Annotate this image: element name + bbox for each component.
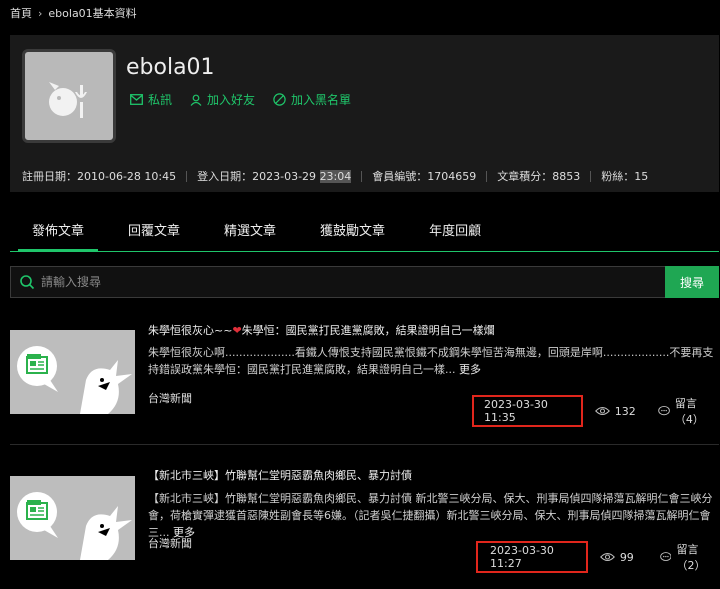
article-excerpt: 朱學恒很灰心啊....................看鐵人傳恨支持國民黨恨鐵不… bbox=[148, 344, 716, 378]
article-timestamp: 2023-03-30 11:27 bbox=[476, 541, 588, 573]
login-date-label: 登入日期：2023-03-29 bbox=[197, 170, 320, 183]
message-button[interactable]: 私訊 bbox=[130, 91, 172, 108]
tab-replies[interactable]: 回覆文章 bbox=[106, 212, 202, 251]
news-icon bbox=[17, 492, 132, 560]
divider bbox=[10, 444, 719, 445]
message-icon bbox=[130, 94, 143, 105]
news-thumbnail[interactable] bbox=[10, 476, 135, 560]
divider bbox=[361, 170, 363, 182]
article-title[interactable]: 【新北市三峽】竹聯幫仁堂明惡霸魚肉鄉民、暴力討債 bbox=[148, 467, 412, 483]
chevron-right-icon: › bbox=[38, 6, 43, 20]
divider bbox=[186, 170, 188, 182]
comment-link[interactable]: 留言（2） bbox=[660, 541, 719, 573]
add-friend-button[interactable]: 加入好友 bbox=[190, 91, 255, 108]
avatar bbox=[22, 49, 116, 143]
article-timestamp: 2023-03-30 11:35 bbox=[472, 395, 583, 427]
search-input[interactable] bbox=[41, 275, 665, 289]
profile-stats: 註冊日期：2010-06-28 10:45 登入日期：2023-03-29 23… bbox=[22, 168, 648, 184]
block-icon bbox=[273, 93, 286, 106]
tab-featured[interactable]: 精選文章 bbox=[202, 212, 298, 251]
comment-icon bbox=[660, 552, 672, 562]
view-count-value: 99 bbox=[619, 550, 634, 564]
profile-card: ebola01 私訊 加入好友 加入黑名單 註冊日期：2010-06-28 10… bbox=[10, 35, 719, 192]
eye-icon bbox=[594, 406, 610, 416]
username: ebola01 bbox=[126, 55, 215, 80]
comment-count: 留言（4） bbox=[674, 397, 704, 426]
article-title[interactable]: 朱學恒很灰心~~❤朱學恒：國民黨打民進黨腐敗，結果證明自己一樣爛 bbox=[148, 322, 495, 338]
fans-count: 粉絲：15 bbox=[601, 170, 649, 183]
article-meta: 2023-03-30 11:35 132 留言（4） bbox=[472, 395, 719, 427]
news-icon bbox=[17, 346, 132, 414]
tab-bar: 發佈文章 回覆文章 精選文章 獲鼓勵文章 年度回顧 bbox=[10, 212, 719, 252]
member-number: 會員編號：1704659 bbox=[372, 170, 477, 183]
comment-link[interactable]: 留言（4） bbox=[657, 395, 719, 427]
search-bar: 搜尋 bbox=[10, 266, 719, 298]
breadcrumb-home-link[interactable]: 首頁 bbox=[10, 5, 32, 21]
heart-icon: ❤ bbox=[232, 324, 242, 337]
breadcrumb: 首頁 › ebola01基本資料 bbox=[10, 5, 137, 21]
view-count: 132 bbox=[594, 404, 636, 418]
news-thumbnail[interactable] bbox=[10, 330, 135, 414]
blacklist-button[interactable]: 加入黑名單 bbox=[273, 91, 351, 108]
comment-icon bbox=[657, 405, 670, 416]
divider bbox=[486, 170, 488, 182]
tab-encouraged[interactable]: 獲鼓勵文章 bbox=[298, 212, 407, 251]
article-title-part-b: 朱學恒：國民黨打民進黨腐敗，結果證明自己一樣爛 bbox=[241, 324, 495, 337]
divider bbox=[590, 170, 592, 182]
article-excerpt-text: 朱學恒很灰心啊....................看鐵人傳恨支持國民黨恨鐵不… bbox=[148, 346, 714, 376]
breadcrumb-current: ebola01基本資料 bbox=[48, 7, 137, 20]
default-avatar-icon bbox=[49, 82, 87, 118]
tab-published[interactable]: 發佈文章 bbox=[10, 212, 106, 252]
view-count-value: 132 bbox=[614, 404, 636, 418]
message-label: 私訊 bbox=[148, 93, 173, 107]
article-item[interactable]: 【新北市三峽】竹聯幫仁堂明惡霸魚肉鄉民、暴力討債 【新北市三峽】竹聯幫仁堂明惡霸… bbox=[10, 458, 719, 589]
article-item[interactable]: 朱學恒很灰心~~❤朱學恒：國民黨打民進黨腐敗，結果證明自己一樣爛 朱學恒很灰心啊… bbox=[10, 315, 719, 440]
view-count: 99 bbox=[599, 550, 634, 564]
article-source[interactable]: 台灣新聞 bbox=[148, 390, 192, 406]
article-title-part-a: 朱學恒很灰心~~ bbox=[148, 324, 233, 337]
add-friend-label: 加入好友 bbox=[207, 93, 256, 107]
article-excerpt: 【新北市三峽】竹聯幫仁堂明惡霸魚肉鄉民、暴力討債 新北警三峽分局、保大、刑事局偵… bbox=[148, 490, 716, 541]
article-meta: 2023-03-30 11:27 99 留言（2） bbox=[476, 541, 719, 573]
login-time-highlight: 23:04 bbox=[319, 170, 352, 183]
article-source[interactable]: 台灣新聞 bbox=[148, 535, 192, 551]
blacklist-label: 加入黑名單 bbox=[291, 93, 352, 107]
search-icon bbox=[19, 274, 35, 290]
search-button[interactable]: 搜尋 bbox=[665, 266, 719, 298]
eye-icon bbox=[599, 552, 615, 562]
more-link[interactable]: 更多 bbox=[459, 363, 481, 376]
login-date: 登入日期：2023-03-29 23:04 bbox=[197, 168, 352, 184]
profile-actions: 私訊 加入好友 加入黑名單 bbox=[130, 91, 351, 108]
tab-annual-review[interactable]: 年度回顧 bbox=[407, 212, 503, 251]
registered-date: 註冊日期：2010-06-28 10:45 bbox=[22, 170, 177, 183]
add-user-icon bbox=[190, 94, 202, 106]
article-points: 文章積分：8853 bbox=[497, 170, 581, 183]
comment-count: 留言（2） bbox=[676, 543, 706, 572]
article-excerpt-text: 【新北市三峽】竹聯幫仁堂明惡霸魚肉鄉民、暴力討債 新北警三峽分局、保大、刑事局偵… bbox=[148, 492, 713, 539]
